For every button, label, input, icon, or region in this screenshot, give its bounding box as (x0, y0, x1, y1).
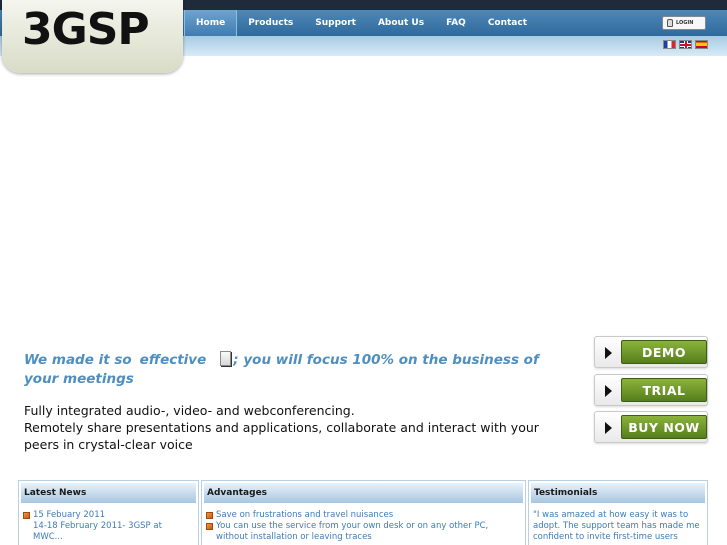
lock-icon (667, 19, 673, 27)
news-date: 15 Febuary 2011 (33, 510, 106, 520)
bullet-icon (206, 523, 213, 530)
tagline: We made it so effective; you will focus 1… (24, 351, 564, 389)
demo-button[interactable]: DEMO (594, 336, 708, 368)
latest-news-box: Latest News 15 Febuary 2011 14-18 Februa… (18, 480, 199, 545)
language-selector (663, 40, 708, 49)
advantage-text: You can use the service from your own de… (216, 521, 489, 542)
nav-home[interactable]: Home (184, 10, 238, 36)
latest-news-title: Latest News (21, 483, 196, 503)
trial-button[interactable]: TRIAL (594, 374, 708, 406)
buy-now-button[interactable]: BUY NOW (594, 411, 708, 443)
testimonials-body: "I was amazed at how easy it was to adop… (529, 503, 707, 543)
bullet-icon (23, 512, 30, 519)
description: Fully integrated audio-, video- and webc… (24, 402, 564, 453)
testimonials-box: Testimonials "I was amazed at how easy i… (528, 480, 708, 545)
advantages-body: Save on frustrations and travel nuisance… (202, 503, 525, 543)
description-line-2: Remotely share presentations and applica… (24, 420, 539, 452)
document-icon (220, 351, 232, 366)
french-flag-icon[interactable] (663, 40, 676, 49)
trial-label: TRIAL (621, 378, 707, 402)
page: 3GSP Home Products Support About Us FAQ … (0, 0, 727, 545)
spanish-flag-icon[interactable] (695, 40, 708, 49)
bullet-icon (206, 512, 213, 519)
login-label: LOGIN (676, 20, 694, 26)
play-arrow-icon (605, 422, 612, 434)
nav-about-us[interactable]: About Us (367, 10, 435, 36)
login-button[interactable]: LOGIN (662, 16, 706, 30)
tagline-part-1: We made it so (24, 352, 132, 368)
advantage-text: Save on frustrations and travel nuisance… (216, 510, 394, 520)
nav-support[interactable]: Support (304, 10, 367, 36)
buy-now-label: BUY NOW (621, 415, 707, 439)
advantages-box: Advantages Save on frustrations and trav… (201, 480, 526, 545)
testimonial-quote[interactable]: "I was amazed at how easy it was to adop… (533, 510, 703, 543)
tagline-part-2: effective (139, 352, 207, 368)
description-line-1: Fully integrated audio-, video- and webc… (24, 403, 355, 418)
advantage-item[interactable]: Save on frustrations and travel nuisance… (206, 510, 521, 521)
logo-text: 3GSP (22, 4, 150, 55)
news-text[interactable]: 14-18 February 2011- 3GSP at MWC... (23, 521, 194, 543)
news-item[interactable]: 15 Febuary 2011 (23, 510, 194, 521)
advantages-title: Advantages (204, 483, 523, 503)
advantage-item[interactable]: You can use the service from your own de… (206, 521, 521, 543)
english-flag-icon[interactable] (679, 40, 692, 49)
play-arrow-icon (605, 385, 612, 397)
demo-label: DEMO (621, 340, 707, 364)
testimonials-title: Testimonials (531, 483, 705, 503)
nav-faq[interactable]: FAQ (435, 10, 477, 36)
main-nav: Home Products Support About Us FAQ Conta… (184, 10, 538, 36)
nav-contact[interactable]: Contact (477, 10, 538, 36)
nav-products[interactable]: Products (237, 10, 304, 36)
play-arrow-icon (605, 347, 612, 359)
logo[interactable]: 3GSP (2, 0, 183, 73)
latest-news-body: 15 Febuary 2011 14-18 February 2011- 3GS… (19, 503, 198, 543)
